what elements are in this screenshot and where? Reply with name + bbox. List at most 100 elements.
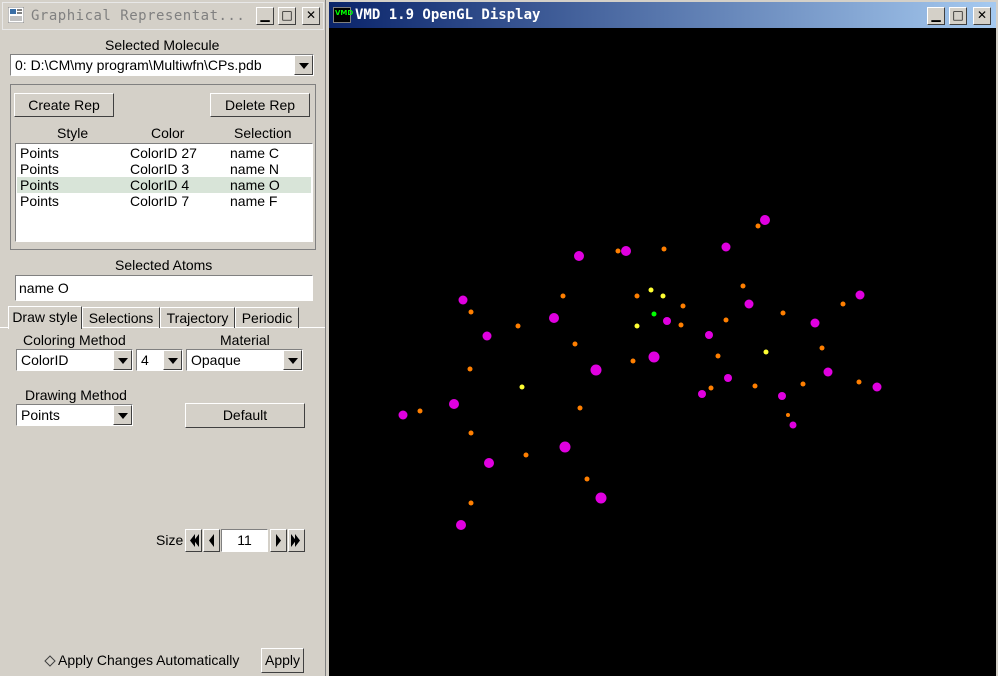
tab-trajectory[interactable]: Trajectory (160, 307, 235, 328)
close-icon: ✕ (305, 8, 317, 22)
chevron-down-icon[interactable] (113, 350, 132, 370)
rep-color: ColorID 7 (130, 193, 190, 209)
magenta-point (549, 313, 559, 323)
selected-atoms-input[interactable]: name O (15, 275, 313, 301)
size-first-button[interactable] (185, 529, 202, 552)
orange-point (780, 310, 786, 316)
delete-rep-button[interactable]: Delete Rep (210, 93, 310, 117)
magenta-point (482, 331, 492, 341)
tab-periodic[interactable]: Periodic (235, 307, 299, 328)
diamond-checkbox-icon (44, 655, 56, 667)
orange-point (856, 379, 862, 385)
left-window-title: Graphical Representat... (31, 8, 246, 24)
apply-auto-label: Apply Changes Automatically (58, 652, 240, 668)
magenta-point (449, 399, 459, 409)
orange-point (755, 223, 761, 229)
column-header-style: Style (57, 125, 89, 141)
magenta-point (760, 215, 770, 225)
rep-row[interactable]: Points ColorID 27 name C (17, 145, 311, 161)
rep-row[interactable]: Points ColorID 3 name N (17, 161, 311, 177)
selected-atoms-value: name O (19, 280, 69, 296)
maximize-icon: □ (952, 8, 964, 22)
apply-button[interactable]: Apply (261, 648, 304, 673)
drawing-method-value: Points (21, 407, 60, 423)
magenta-point (663, 317, 671, 325)
rep-color: ColorID 4 (130, 177, 190, 193)
magenta-point (744, 299, 754, 309)
color-id-dropdown[interactable]: 4 (136, 349, 183, 371)
close-button[interactable]: ✕ (302, 7, 320, 25)
double-right-arrow-icon (291, 534, 300, 547)
orange-point (572, 341, 578, 347)
orange-point (630, 358, 636, 364)
opengl-display-canvas[interactable] (329, 28, 996, 676)
tab-draw-style[interactable]: Draw style (8, 306, 82, 329)
material-dropdown[interactable]: Opaque (186, 349, 303, 371)
orange-point (740, 283, 746, 289)
material-value: Opaque (191, 352, 241, 368)
left-titlebar[interactable]: Graphical Representat... ▁ □ ✕ (2, 2, 324, 30)
minimize-button[interactable]: ▁ (256, 7, 274, 25)
rep-row[interactable]: Points ColorID 7 name F (17, 193, 311, 209)
yellow-point (763, 349, 769, 355)
orange-point (661, 246, 667, 252)
selected-molecule-dropdown[interactable]: 0: D:\CM\my program\Multiwfn\CPs.pdb (10, 54, 314, 76)
right-titlebar[interactable]: VMD VMD 1.9 OpenGL Display ▁ □ ✕ (329, 2, 996, 28)
double-left-arrow-icon (190, 534, 199, 547)
rep-selection: name C (230, 145, 280, 161)
size-increment-button[interactable] (270, 529, 287, 552)
drawing-method-dropdown[interactable]: Points (16, 404, 133, 426)
rep-row-selected[interactable]: Points ColorID 4 name O (17, 177, 311, 193)
yellow-point (660, 293, 666, 299)
size-label: Size (156, 532, 184, 548)
tab-selections[interactable]: Selections (82, 307, 160, 328)
orange-point (819, 345, 825, 351)
chevron-down-icon[interactable] (294, 55, 313, 75)
drawing-method-label: Drawing Method (25, 387, 127, 403)
magenta-point (559, 441, 571, 453)
selected-molecule-label: Selected Molecule (105, 37, 220, 53)
apply-auto-checkbox[interactable] (44, 654, 56, 667)
close-button[interactable]: ✕ (973, 7, 991, 25)
create-rep-button[interactable]: Create Rep (14, 93, 114, 117)
maximize-button[interactable]: □ (278, 7, 296, 25)
orange-point (577, 405, 583, 411)
orange-point (752, 383, 758, 389)
orange-point (523, 452, 529, 458)
selected-molecule-value: 0: D:\CM\my program\Multiwfn\CPs.pdb (15, 57, 262, 73)
window-app-icon (8, 7, 24, 23)
orange-point (786, 413, 790, 417)
orange-point (615, 248, 621, 254)
magenta-point (721, 242, 731, 252)
magenta-point (458, 295, 468, 305)
magenta-point (810, 318, 820, 328)
magenta-point (724, 374, 732, 382)
default-button[interactable]: Default (185, 403, 305, 428)
chevron-down-icon[interactable] (163, 350, 182, 370)
size-last-button[interactable] (288, 529, 305, 552)
magenta-point (823, 367, 833, 377)
reps-list[interactable]: Points ColorID 27 name C Points ColorID … (15, 143, 313, 242)
right-window-title: VMD 1.9 OpenGL Display (355, 7, 541, 23)
rep-selection: name N (230, 161, 280, 177)
magenta-point (789, 421, 797, 429)
orange-point (723, 317, 729, 323)
minimize-button[interactable]: ▁ (927, 7, 945, 25)
vmd-icon-text: VMD (335, 9, 354, 17)
magenta-point (705, 331, 713, 339)
coloring-method-dropdown[interactable]: ColorID (16, 349, 133, 371)
orange-point (715, 353, 721, 359)
orange-point (515, 323, 521, 329)
vmd-app-icon: VMD (333, 7, 354, 23)
maximize-button[interactable]: □ (949, 7, 967, 25)
green-point (651, 311, 657, 317)
chevron-down-icon[interactable] (283, 350, 302, 370)
orange-point (467, 366, 473, 372)
magenta-point (698, 390, 706, 398)
rep-style: Points (20, 145, 59, 161)
chevron-down-icon[interactable] (113, 405, 132, 425)
magenta-point (456, 520, 466, 530)
size-input[interactable]: 11 (221, 529, 268, 552)
critical-points-plot[interactable] (329, 28, 996, 676)
size-decrement-button[interactable] (203, 529, 220, 552)
